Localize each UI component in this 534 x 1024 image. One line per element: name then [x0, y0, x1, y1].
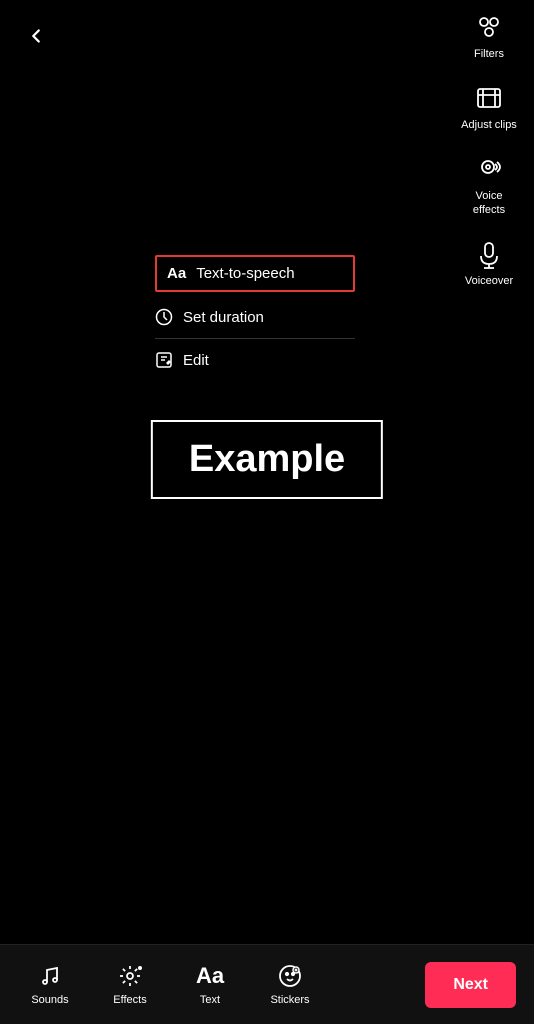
- context-menu: Aa Text-to-speech Set duration Edit: [155, 255, 355, 381]
- text-box[interactable]: Example: [151, 420, 383, 499]
- text-to-speech-label: Text-to-speech: [196, 265, 294, 282]
- bottom-toolbar: Sounds Effects: [0, 944, 534, 1024]
- menu-item-text-to-speech[interactable]: Aa Text-to-speech: [155, 255, 355, 292]
- adjust-clips-label: Adjust clips: [461, 119, 517, 132]
- menu-item-edit[interactable]: Edit: [155, 339, 355, 381]
- right-sidebar: Filters Adjust clips Voice effects: [454, 10, 524, 288]
- filters-icon: [472, 10, 506, 44]
- back-button[interactable]: [18, 18, 54, 54]
- stickers-icon: [278, 963, 302, 989]
- effects-icon: [118, 963, 142, 989]
- toolbar-item-effects[interactable]: Effects: [90, 963, 170, 1006]
- text-box-content: Example: [189, 438, 345, 481]
- next-button[interactable]: Next: [425, 962, 516, 1008]
- voice-effects-label: Voice effects: [473, 190, 505, 216]
- sounds-label: Sounds: [31, 994, 68, 1006]
- voice-effects-icon: [472, 152, 506, 186]
- toolbar-items: Sounds Effects: [10, 963, 425, 1006]
- toolbar-item-sounds[interactable]: Sounds: [10, 963, 90, 1006]
- sidebar-item-voice-effects[interactable]: Voice effects: [472, 152, 506, 216]
- sidebar-item-adjust-clips[interactable]: Adjust clips: [461, 81, 517, 132]
- toolbar-item-text[interactable]: Aa Text: [170, 963, 250, 1006]
- text-label: Text: [200, 994, 220, 1006]
- text-to-speech-icon: Aa: [167, 265, 186, 282]
- voiceover-icon: [472, 237, 506, 271]
- text-icon: Aa: [196, 963, 224, 989]
- effects-label: Effects: [113, 994, 146, 1006]
- stickers-label: Stickers: [270, 994, 309, 1006]
- set-duration-icon: [155, 308, 173, 326]
- edit-icon: [155, 351, 173, 369]
- sounds-icon: [38, 963, 62, 989]
- voiceover-label: Voiceover: [465, 275, 513, 288]
- toolbar-item-stickers[interactable]: Stickers: [250, 963, 330, 1006]
- edit-label: Edit: [183, 352, 209, 369]
- filters-label: Filters: [474, 48, 504, 61]
- sidebar-item-filters[interactable]: Filters: [472, 10, 506, 61]
- menu-item-set-duration[interactable]: Set duration: [155, 296, 355, 339]
- adjust-clips-icon: [472, 81, 506, 115]
- sidebar-item-voiceover[interactable]: Voiceover: [465, 237, 513, 288]
- set-duration-label: Set duration: [183, 309, 264, 326]
